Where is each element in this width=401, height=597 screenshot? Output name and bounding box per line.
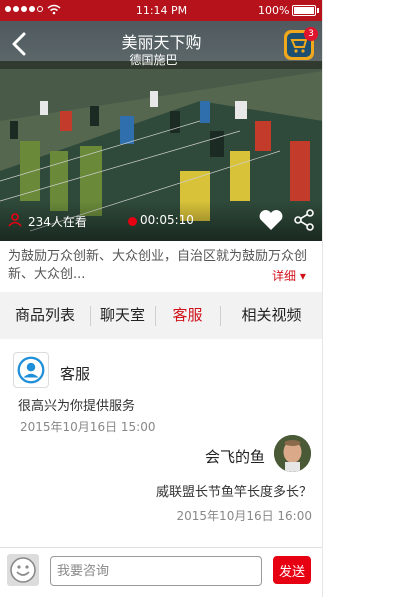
service-message: 很高兴为你提供服务 xyxy=(18,399,136,414)
tab-related-videos[interactable]: 相关视频 xyxy=(220,292,322,339)
chat-panel: 客服 很高兴为你提供服务 2015年10月16日 15:00 会飞的鱼 威联盟长… xyxy=(0,339,322,547)
consult-input[interactable] xyxy=(50,556,262,586)
battery-icon xyxy=(292,5,316,16)
video-duration: 00:05:10 xyxy=(140,213,194,227)
detail-toggle[interactable]: 详细 ▾ xyxy=(272,267,306,284)
tab-chatroom[interactable]: 聊天室 xyxy=(90,292,155,339)
tab-customer-service[interactable]: 客服 xyxy=(155,292,220,339)
tab-bar: 商品列表 聊天室 客服 相关视频 xyxy=(0,292,322,339)
service-avatar xyxy=(13,352,49,388)
page-subtitle: 德国施巴 xyxy=(129,53,178,67)
cart-badge: 3 xyxy=(304,27,318,41)
support-agent-icon xyxy=(17,356,45,384)
share-icon[interactable] xyxy=(293,209,315,231)
user-message: 威联盟长节鱼竿长度多长？ xyxy=(155,485,312,500)
status-bar: 11:14 PM 100% xyxy=(0,0,322,21)
emoji-button[interactable] xyxy=(7,554,39,586)
service-name: 客服 xyxy=(60,365,91,383)
heart-icon[interactable] xyxy=(258,209,284,231)
user-name: 会飞的鱼 xyxy=(204,448,265,466)
user-avatar xyxy=(274,435,311,472)
page-title: 美丽天下购 xyxy=(121,33,202,52)
service-timestamp: 2015年10月16日 15:00 xyxy=(20,420,156,434)
send-button[interactable]: 发送 xyxy=(273,556,311,584)
tab-product-list[interactable]: 商品列表 xyxy=(0,292,90,339)
live-video-player[interactable]: 美丽天下购 德国施巴 3 234人在看 00:05:10 xyxy=(0,21,322,241)
detail-label: 详细 xyxy=(272,269,297,283)
person-icon xyxy=(8,213,22,227)
battery-percent: 100% xyxy=(258,4,290,17)
phone-screen: 11:14 PM 100% 美丽天下购 德国施巴 3 234人在看 00:05:… xyxy=(0,0,323,597)
viewer-count: 234人在看 xyxy=(28,215,87,229)
user-timestamp: 2015年10月16日 16:00 xyxy=(176,509,312,523)
battery-tip xyxy=(317,8,319,13)
caret-down-icon: ▾ xyxy=(296,269,306,283)
smiley-icon xyxy=(10,557,36,583)
recording-dot-icon xyxy=(128,217,137,226)
message-input-bar: 发送 xyxy=(0,547,322,597)
